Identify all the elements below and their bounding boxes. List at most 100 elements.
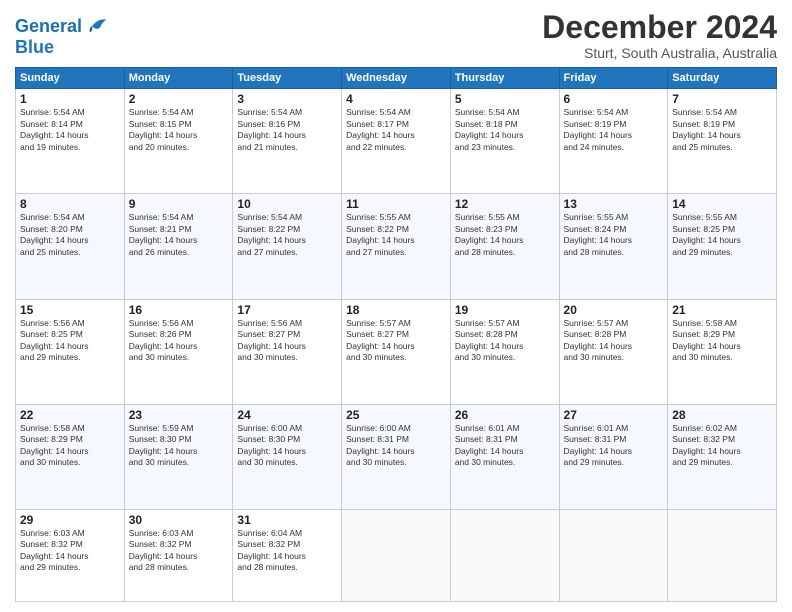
- day-cell: 19 Sunrise: 5:57 AM Sunset: 8:28 PM Dayl…: [450, 299, 559, 404]
- header: General Blue December 2024 Sturt, South …: [15, 10, 777, 61]
- day-info: Sunrise: 6:00 AM Sunset: 8:30 PM Dayligh…: [237, 423, 337, 469]
- day-info: Sunrise: 5:59 AM Sunset: 8:30 PM Dayligh…: [129, 423, 229, 469]
- col-header-tuesday: Tuesday: [233, 68, 342, 89]
- calendar-page: General Blue December 2024 Sturt, South …: [0, 0, 792, 612]
- week-row-3: 15 Sunrise: 5:56 AM Sunset: 8:25 PM Dayl…: [16, 299, 777, 404]
- day-cell: 10 Sunrise: 5:54 AM Sunset: 8:22 PM Dayl…: [233, 194, 342, 299]
- day-info: Sunrise: 5:55 AM Sunset: 8:22 PM Dayligh…: [346, 212, 446, 258]
- day-info: Sunrise: 5:55 AM Sunset: 8:23 PM Dayligh…: [455, 212, 555, 258]
- day-cell: 13 Sunrise: 5:55 AM Sunset: 8:24 PM Dayl…: [559, 194, 668, 299]
- day-cell: [559, 509, 668, 601]
- calendar-table: SundayMondayTuesdayWednesdayThursdayFrid…: [15, 67, 777, 602]
- day-number: 26: [455, 408, 555, 422]
- day-cell: 2 Sunrise: 5:54 AM Sunset: 8:15 PM Dayli…: [124, 89, 233, 194]
- logo-text-general: General: [15, 17, 82, 35]
- day-number: 6: [564, 92, 664, 106]
- day-cell: 23 Sunrise: 5:59 AM Sunset: 8:30 PM Dayl…: [124, 404, 233, 509]
- day-cell: 29 Sunrise: 6:03 AM Sunset: 8:32 PM Dayl…: [16, 509, 125, 601]
- col-header-sunday: Sunday: [16, 68, 125, 89]
- day-number: 11: [346, 197, 446, 211]
- day-info: Sunrise: 5:54 AM Sunset: 8:20 PM Dayligh…: [20, 212, 120, 258]
- day-number: 17: [237, 303, 337, 317]
- logo: General Blue: [15, 14, 108, 56]
- logo-bird-icon: [84, 14, 108, 38]
- day-info: Sunrise: 5:54 AM Sunset: 8:16 PM Dayligh…: [237, 107, 337, 153]
- day-info: Sunrise: 6:04 AM Sunset: 8:32 PM Dayligh…: [237, 528, 337, 574]
- day-number: 22: [20, 408, 120, 422]
- day-cell: 3 Sunrise: 5:54 AM Sunset: 8:16 PM Dayli…: [233, 89, 342, 194]
- day-cell: 30 Sunrise: 6:03 AM Sunset: 8:32 PM Dayl…: [124, 509, 233, 601]
- day-cell: 4 Sunrise: 5:54 AM Sunset: 8:17 PM Dayli…: [342, 89, 451, 194]
- day-info: Sunrise: 5:56 AM Sunset: 8:26 PM Dayligh…: [129, 318, 229, 364]
- day-number: 24: [237, 408, 337, 422]
- day-cell: 31 Sunrise: 6:04 AM Sunset: 8:32 PM Dayl…: [233, 509, 342, 601]
- day-number: 16: [129, 303, 229, 317]
- day-cell: 28 Sunrise: 6:02 AM Sunset: 8:32 PM Dayl…: [668, 404, 777, 509]
- day-number: 12: [455, 197, 555, 211]
- day-number: 30: [129, 513, 229, 527]
- day-cell: 12 Sunrise: 5:55 AM Sunset: 8:23 PM Dayl…: [450, 194, 559, 299]
- day-number: 3: [237, 92, 337, 106]
- day-number: 31: [237, 513, 337, 527]
- day-cell: 16 Sunrise: 5:56 AM Sunset: 8:26 PM Dayl…: [124, 299, 233, 404]
- day-info: Sunrise: 5:54 AM Sunset: 8:21 PM Dayligh…: [129, 212, 229, 258]
- day-info: Sunrise: 6:02 AM Sunset: 8:32 PM Dayligh…: [672, 423, 772, 469]
- day-info: Sunrise: 5:54 AM Sunset: 8:14 PM Dayligh…: [20, 107, 120, 153]
- day-cell: 6 Sunrise: 5:54 AM Sunset: 8:19 PM Dayli…: [559, 89, 668, 194]
- day-number: 29: [20, 513, 120, 527]
- day-number: 21: [672, 303, 772, 317]
- week-row-1: 1 Sunrise: 5:54 AM Sunset: 8:14 PM Dayli…: [16, 89, 777, 194]
- day-number: 28: [672, 408, 772, 422]
- day-info: Sunrise: 5:54 AM Sunset: 8:19 PM Dayligh…: [564, 107, 664, 153]
- day-info: Sunrise: 5:55 AM Sunset: 8:25 PM Dayligh…: [672, 212, 772, 258]
- day-cell: 9 Sunrise: 5:54 AM Sunset: 8:21 PM Dayli…: [124, 194, 233, 299]
- day-number: 1: [20, 92, 120, 106]
- day-number: 2: [129, 92, 229, 106]
- day-cell: 21 Sunrise: 5:58 AM Sunset: 8:29 PM Dayl…: [668, 299, 777, 404]
- day-number: 27: [564, 408, 664, 422]
- day-cell: 1 Sunrise: 5:54 AM Sunset: 8:14 PM Dayli…: [16, 89, 125, 194]
- day-cell: 5 Sunrise: 5:54 AM Sunset: 8:18 PM Dayli…: [450, 89, 559, 194]
- day-info: Sunrise: 6:00 AM Sunset: 8:31 PM Dayligh…: [346, 423, 446, 469]
- day-cell: 25 Sunrise: 6:00 AM Sunset: 8:31 PM Dayl…: [342, 404, 451, 509]
- day-cell: 24 Sunrise: 6:00 AM Sunset: 8:30 PM Dayl…: [233, 404, 342, 509]
- day-cell: 14 Sunrise: 5:55 AM Sunset: 8:25 PM Dayl…: [668, 194, 777, 299]
- col-header-friday: Friday: [559, 68, 668, 89]
- day-info: Sunrise: 6:03 AM Sunset: 8:32 PM Dayligh…: [129, 528, 229, 574]
- day-cell: 11 Sunrise: 5:55 AM Sunset: 8:22 PM Dayl…: [342, 194, 451, 299]
- day-number: 20: [564, 303, 664, 317]
- day-number: 9: [129, 197, 229, 211]
- day-cell: [668, 509, 777, 601]
- day-number: 23: [129, 408, 229, 422]
- day-info: Sunrise: 6:01 AM Sunset: 8:31 PM Dayligh…: [564, 423, 664, 469]
- day-info: Sunrise: 5:55 AM Sunset: 8:24 PM Dayligh…: [564, 212, 664, 258]
- day-number: 18: [346, 303, 446, 317]
- day-cell: 22 Sunrise: 5:58 AM Sunset: 8:29 PM Dayl…: [16, 404, 125, 509]
- day-cell: 20 Sunrise: 5:57 AM Sunset: 8:28 PM Dayl…: [559, 299, 668, 404]
- day-info: Sunrise: 6:03 AM Sunset: 8:32 PM Dayligh…: [20, 528, 120, 574]
- calendar-subtitle: Sturt, South Australia, Australia: [542, 45, 777, 61]
- col-header-monday: Monday: [124, 68, 233, 89]
- day-number: 7: [672, 92, 772, 106]
- day-info: Sunrise: 5:57 AM Sunset: 8:28 PM Dayligh…: [564, 318, 664, 364]
- day-cell: 15 Sunrise: 5:56 AM Sunset: 8:25 PM Dayl…: [16, 299, 125, 404]
- day-info: Sunrise: 5:54 AM Sunset: 8:15 PM Dayligh…: [129, 107, 229, 153]
- day-info: Sunrise: 5:54 AM Sunset: 8:22 PM Dayligh…: [237, 212, 337, 258]
- day-info: Sunrise: 5:57 AM Sunset: 8:27 PM Dayligh…: [346, 318, 446, 364]
- day-number: 8: [20, 197, 120, 211]
- day-info: Sunrise: 6:01 AM Sunset: 8:31 PM Dayligh…: [455, 423, 555, 469]
- day-number: 19: [455, 303, 555, 317]
- day-info: Sunrise: 5:54 AM Sunset: 8:17 PM Dayligh…: [346, 107, 446, 153]
- logo-text-blue: Blue: [15, 38, 54, 56]
- day-cell: 7 Sunrise: 5:54 AM Sunset: 8:19 PM Dayli…: [668, 89, 777, 194]
- day-number: 15: [20, 303, 120, 317]
- week-row-5: 29 Sunrise: 6:03 AM Sunset: 8:32 PM Dayl…: [16, 509, 777, 601]
- day-info: Sunrise: 5:54 AM Sunset: 8:19 PM Dayligh…: [672, 107, 772, 153]
- day-number: 10: [237, 197, 337, 211]
- day-number: 5: [455, 92, 555, 106]
- day-number: 25: [346, 408, 446, 422]
- col-header-wednesday: Wednesday: [342, 68, 451, 89]
- col-header-saturday: Saturday: [668, 68, 777, 89]
- day-info: Sunrise: 5:58 AM Sunset: 8:29 PM Dayligh…: [20, 423, 120, 469]
- day-cell: 26 Sunrise: 6:01 AM Sunset: 8:31 PM Dayl…: [450, 404, 559, 509]
